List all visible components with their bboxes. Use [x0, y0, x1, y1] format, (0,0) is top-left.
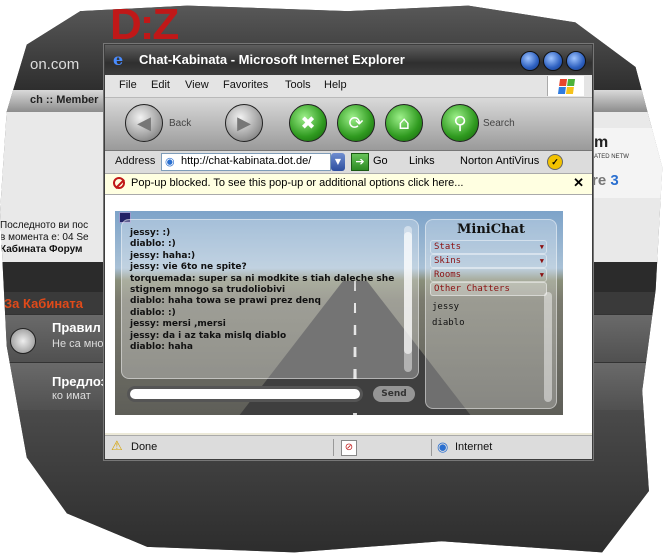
forum-row-subtitle: Не са мно	[52, 338, 104, 350]
minimize-button[interactable]	[520, 51, 540, 71]
sidebar-item-rooms[interactable]: Rooms ▼	[430, 268, 547, 282]
windows-flag-icon	[547, 76, 584, 96]
menu-edit[interactable]: Edit	[151, 79, 170, 91]
forum-row-title[interactable]: Предлоз	[52, 374, 107, 389]
forum-url-fragment: on.com	[30, 56, 80, 73]
security-zone-text: Internet	[455, 441, 493, 453]
chat-message: jessy: da i az taka mislq diablo	[130, 330, 287, 341]
chat-message-input[interactable]	[127, 386, 363, 402]
forward-button[interactable]: ▶	[225, 104, 263, 142]
send-button[interactable]: Send	[373, 386, 415, 402]
address-label: Address	[115, 155, 156, 167]
refresh-button[interactable]: ⟳	[337, 104, 375, 142]
chat-message: jessy: :)	[130, 228, 171, 238]
forum-row-icon	[10, 328, 36, 354]
forum-section-title[interactable]: За Кабината	[4, 296, 83, 311]
address-url: http://chat-kabinata.dot.de/	[181, 155, 312, 167]
forum-info-line: Последното ви пос	[0, 220, 89, 231]
chat-message: jessy: haha:)	[130, 250, 196, 261]
search-button[interactable]: ⚲	[441, 104, 479, 142]
back-button[interactable]: ◀	[125, 104, 163, 142]
home-button[interactable]: ⌂	[385, 104, 423, 142]
popup-close-icon[interactable]: ✕	[573, 175, 584, 191]
chat-message: diablo: haha	[130, 342, 194, 353]
message-panel: jessy: :) diablo: :) jessy: haha:) jessy…	[121, 219, 419, 379]
chat-message: diablo: :)	[130, 239, 176, 250]
forum-ad-badge: m ATED NETW re 3	[592, 128, 663, 198]
message-scrollbar[interactable]	[404, 226, 412, 372]
chevron-down-icon: ▼	[539, 271, 544, 279]
search-label: Search	[483, 118, 515, 129]
window-title: Chat-Kabinata - Microsoft Internet Explo…	[139, 52, 405, 67]
menu-help[interactable]: Help	[324, 79, 347, 91]
forum-info-link[interactable]: Кабината Форум	[0, 244, 89, 256]
chevron-down-icon: ▼	[539, 257, 544, 265]
message-list: jessy: :) diablo: :) jessy: haha:) jessy…	[130, 228, 402, 353]
chat-message: jessy: mersi ,mersi	[130, 319, 226, 330]
popup-blocked-icon	[113, 177, 125, 189]
menu-tools[interactable]: Tools	[285, 79, 311, 91]
sidebar-item-skins[interactable]: Skins ▼	[430, 254, 547, 268]
forum-logo: D:Z	[110, 0, 179, 49]
links-button[interactable]: Links	[409, 155, 435, 167]
chatter-item[interactable]: jessy	[432, 302, 459, 312]
sidebar-item-other-chatters[interactable]: Other Chatters	[430, 282, 547, 296]
title-bar[interactable]: e Chat-Kabinata - Microsoft Internet Exp…	[105, 45, 592, 75]
ad-text: m	[594, 134, 609, 151]
chat-message: diablo: haha towa se prawi prez denq	[130, 296, 321, 307]
toolbar: ◀ Back ▶ ✖ ⟳ ⌂ ⚲ Search	[105, 98, 592, 151]
chat-message: torquemada: super sa ni modkite s tiah d…	[130, 273, 395, 296]
popup-message: Pop-up blocked. To see this pop-up or ad…	[131, 177, 464, 189]
chat-message: jessy: vie 6to ne spite?	[130, 262, 247, 273]
back-label: Back	[169, 118, 192, 129]
go-arrow-icon[interactable]: ➔	[351, 153, 369, 171]
address-bar: Address ◉ http://chat-kabinata.dot.de/ ▼…	[105, 151, 592, 174]
minichat-title: MiniChat	[457, 222, 525, 237]
globe-icon: ◉	[437, 440, 449, 455]
popup-blocked-bar[interactable]: Pop-up blocked. To see this pop-up or ad…	[105, 174, 592, 195]
address-dropdown-icon[interactable]: ▼	[331, 153, 345, 171]
minichat-sidebar: MiniChat Stats ▼ Skins ▼ Rooms ▼ Other Chat…	[425, 219, 557, 409]
norton-antivirus-button[interactable]: Norton AntiVirus	[460, 155, 539, 167]
menu-view[interactable]: View	[185, 79, 209, 91]
forum-nav-links[interactable]: ch :: Member	[30, 94, 98, 106]
page-icon: ◉	[165, 155, 175, 168]
page-content: jessy: :) diablo: :) jessy: haha:) jessy…	[105, 195, 592, 433]
chatter-item[interactable]: diablo	[432, 318, 465, 328]
status-shield-icon: ⚠	[111, 439, 123, 454]
chat-app: jessy: :) diablo: :) jessy: haha:) jessy…	[115, 211, 563, 415]
chat-message: diablo: :)	[130, 307, 176, 318]
forum-info-line: в момента е: 04 Se	[0, 232, 89, 243]
go-button[interactable]: Go	[373, 155, 388, 167]
ie-logo-icon: e	[113, 50, 124, 69]
forum-row-subtitle: ко имат	[52, 390, 91, 402]
close-button[interactable]	[566, 51, 586, 71]
forum-row-title[interactable]: Правил	[52, 320, 101, 335]
menu-favorites[interactable]: Favorites	[223, 79, 268, 91]
norton-icon[interactable]: ✓	[547, 154, 563, 170]
chatters-scrollbar[interactable]	[544, 292, 552, 402]
status-bar: ⚠ Done ⊘ ◉ Internet	[105, 435, 592, 459]
popup-blocked-status-icon[interactable]: ⊘	[341, 440, 357, 456]
ad-number: re 3	[592, 172, 619, 189]
maximize-button[interactable]	[543, 51, 563, 71]
menu-bar: File Edit View Favorites Tools Help	[105, 75, 592, 98]
sidebar-item-stats[interactable]: Stats ▼	[430, 240, 547, 254]
forum-info: Последното ви пос в момента е: 04 Se Каб…	[0, 220, 89, 256]
scroll-thumb[interactable]	[404, 232, 412, 354]
menu-file[interactable]: File	[119, 79, 137, 91]
stop-button[interactable]: ✖	[289, 104, 327, 142]
status-text: Done	[131, 441, 158, 453]
ie-window: e Chat-Kabinata - Microsoft Internet Exp…	[104, 44, 593, 460]
ad-small-text: ATED NETW	[594, 154, 629, 160]
chevron-down-icon: ▼	[539, 243, 544, 251]
address-input[interactable]: ◉ http://chat-kabinata.dot.de/	[161, 153, 331, 171]
